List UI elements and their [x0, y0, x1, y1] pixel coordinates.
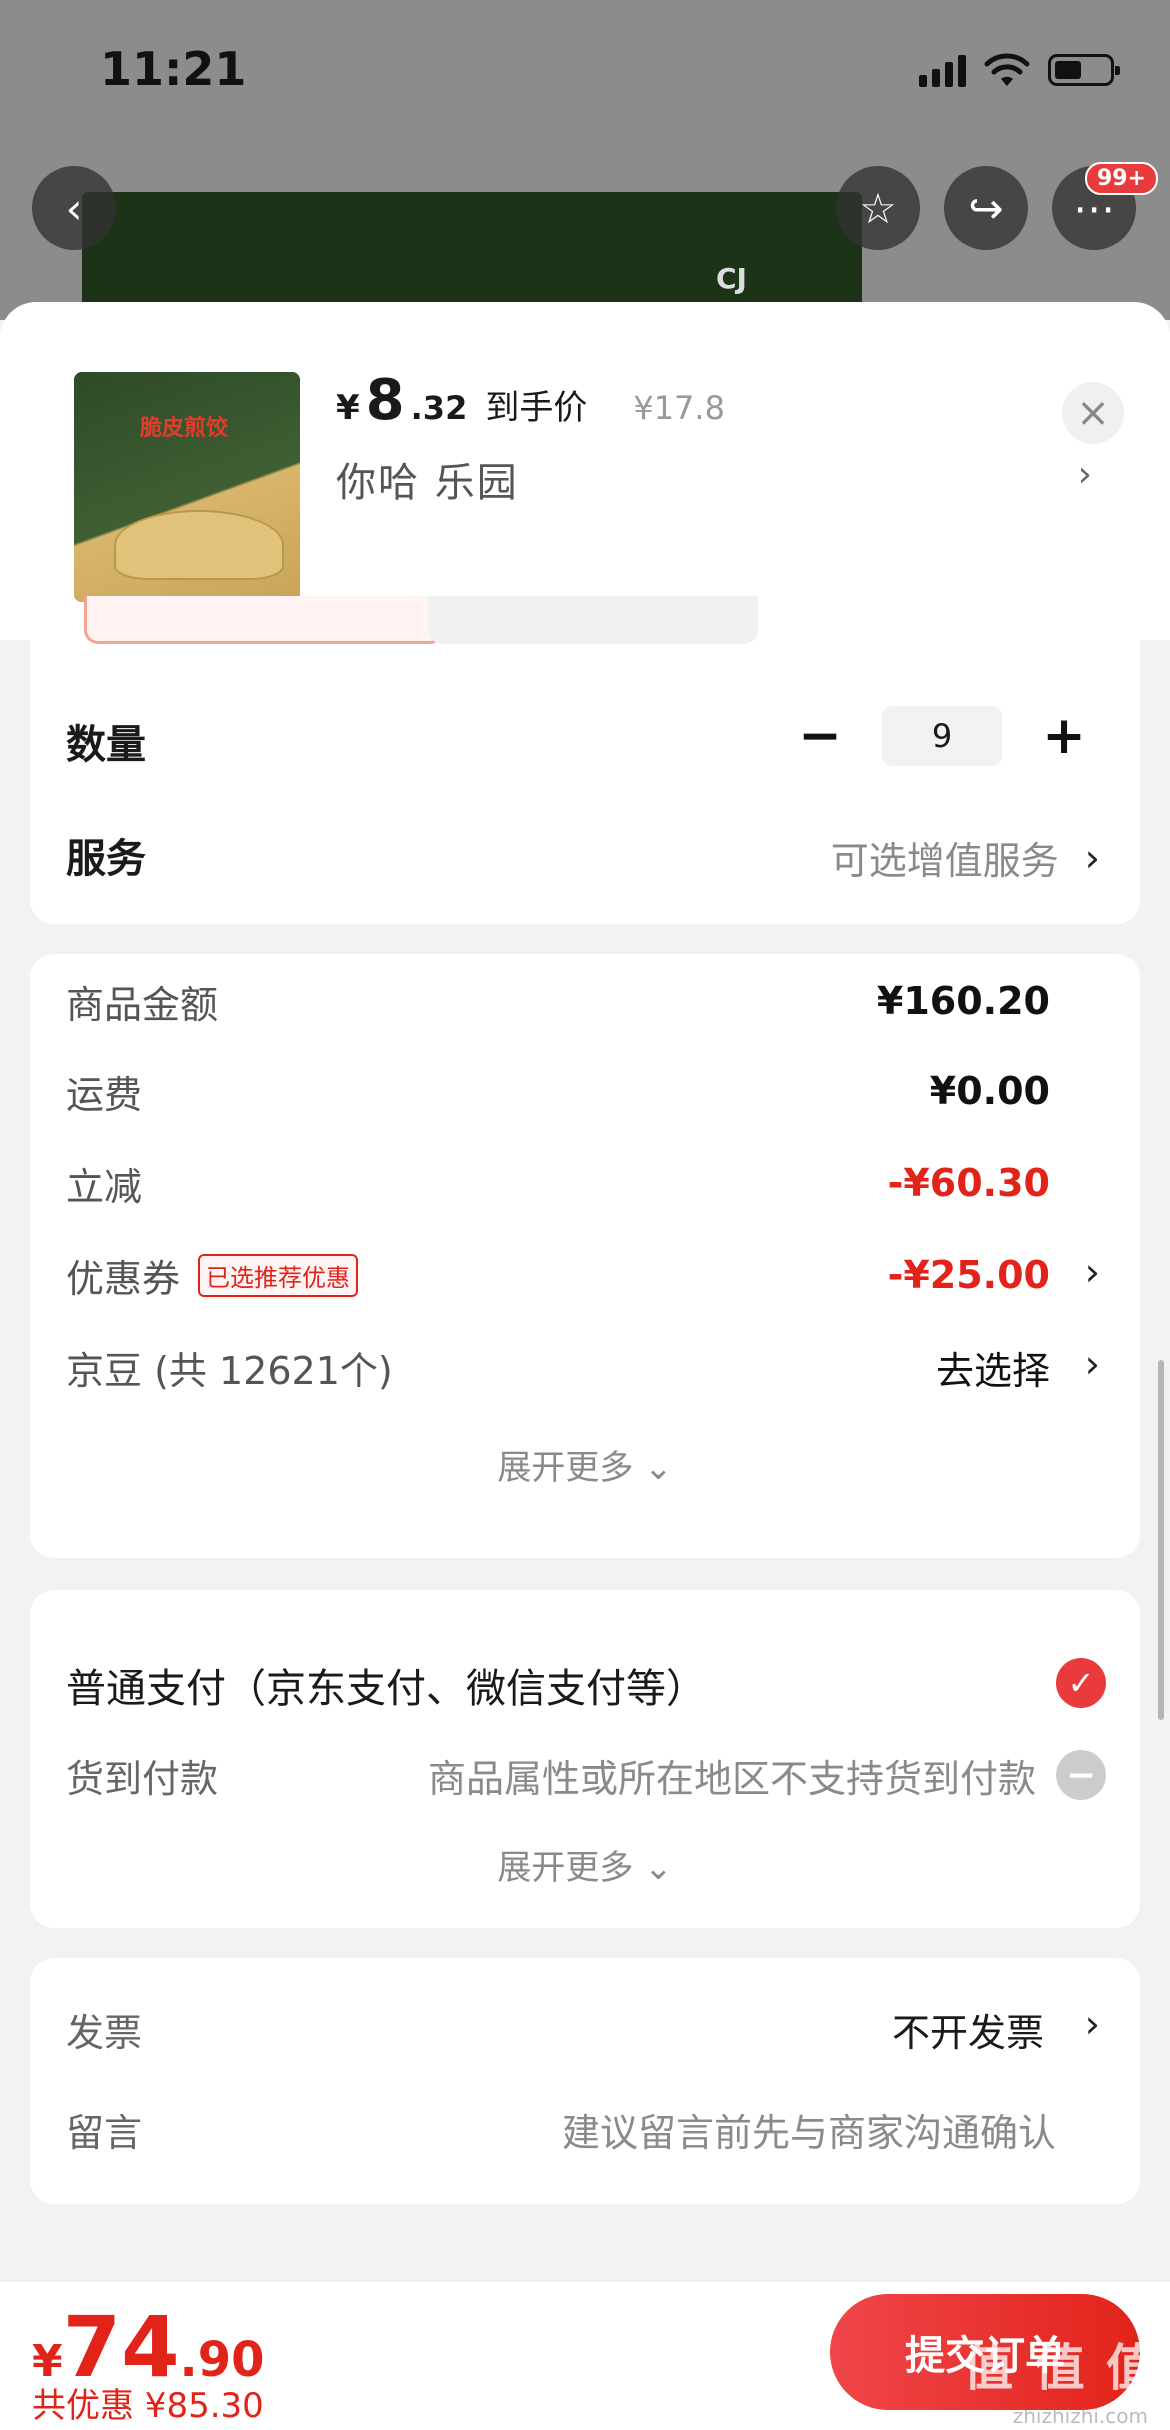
close-button[interactable]: × — [1062, 382, 1124, 444]
status-bar: 11:21 — [0, 0, 1170, 140]
watermark-logo: 值 值 值 — [963, 2339, 1158, 2397]
jd-beans-row[interactable]: 京豆 (共 12621个) 去选择 — [66, 1342, 1050, 1393]
invoice-value[interactable]: 不开发票 — [892, 2002, 1044, 2057]
selected-spec[interactable]: 你哈 乐园 — [336, 450, 519, 508]
price-tag: 到手价 — [485, 388, 588, 428]
shipping-label: 运费 — [66, 1072, 143, 1117]
goods-amount-label: 商品金额 — [66, 982, 219, 1027]
chevron-right-icon[interactable]: › — [1078, 454, 1092, 495]
discount-value: -¥60.30 — [887, 1161, 1050, 1205]
invoice-card: 发票 不开发票 › 留言 建议留言前先与商家沟通确认 — [30, 1958, 1140, 2204]
price-decimal: .32 — [410, 389, 468, 427]
chevron-right-icon[interactable]: › — [1085, 1342, 1100, 1386]
chevron-right-icon[interactable]: › — [1085, 2002, 1100, 2046]
cod-label: 货到付款 — [66, 1757, 219, 1801]
price-line: ¥ 8 .32 到手价 ¥17.8 — [336, 368, 725, 433]
increment-button[interactable]: + — [1034, 706, 1094, 766]
original-price: ¥17.8 — [633, 389, 725, 427]
quantity-label: 数量 — [66, 722, 146, 768]
jd-beans-value: 去选择 — [935, 1348, 1050, 1393]
message-badge: 99+ — [1084, 162, 1158, 195]
status-time: 11:21 — [100, 42, 247, 96]
scrollbar[interactable] — [1158, 1360, 1164, 1720]
watermark-url: zhizhizhi.com — [1012, 2404, 1148, 2428]
price-integer: 8 — [365, 368, 405, 433]
thumbnail-title: 脆皮煎饺 — [140, 416, 229, 441]
coupon-value: -¥25.00 — [887, 1253, 1050, 1297]
coupon-label: 优惠券 — [66, 1256, 181, 1301]
product-popup: 脆皮煎饺 ¥ 8 .32 到手价 ¥17.8 你哈 乐园 › × — [0, 302, 1170, 640]
note-label: 留言 — [66, 2111, 143, 2155]
chevron-right-icon[interactable]: › — [1085, 1250, 1100, 1294]
note-input[interactable]: 建议留言前先与商家沟通确认 — [562, 2102, 1056, 2157]
brand-logo: CJ — [716, 262, 747, 295]
share-icon: ↪ — [968, 183, 1004, 233]
service-selector[interactable]: 可选增值服务 › — [831, 830, 1100, 885]
coupon-tag: 已选推荐优惠 — [198, 1253, 359, 1297]
favorite-button[interactable]: ☆ — [836, 166, 920, 250]
expand-more-button[interactable]: 展开更多 ⌄ — [30, 1440, 1140, 1489]
shipping-value: ¥0.00 — [929, 1069, 1050, 1113]
star-icon: ☆ — [859, 183, 897, 233]
wifi-icon — [984, 53, 1030, 86]
jd-beans-label: 京豆 (共 12621个) — [66, 1348, 393, 1393]
total-saved: 共优惠 ¥85.30 — [32, 2386, 264, 2426]
normal-payment-label[interactable]: 普通支付（京东支付、微信支付等） — [66, 1656, 706, 1714]
quantity-input[interactable]: 9 — [882, 706, 1002, 766]
quantity-card: 数量 − 9 + 服务 可选增值服务 › — [30, 596, 1140, 924]
service-value: 可选增值服务 — [830, 839, 1059, 883]
checkout-bar: ¥ 74 .90 共优惠 ¥85.30 提交订单 值 值 值 zhizhizhi… — [0, 2282, 1170, 2430]
shipping-row: 运费 ¥0.00 — [66, 1066, 1050, 1117]
goods-amount-value: ¥160.20 — [876, 979, 1050, 1023]
close-icon: × — [1076, 390, 1110, 436]
back-arrow-icon: ‹ — [65, 183, 83, 233]
status-icons — [919, 52, 1120, 88]
share-button[interactable]: ↪ — [944, 166, 1028, 250]
expand-more-button[interactable]: 展开更多 ⌄ — [30, 1840, 1140, 1889]
cod-unavailable-message: 商品属性或所在地区不支持货到付款 — [427, 1757, 1036, 1801]
discount-label: 立减 — [66, 1164, 143, 1209]
service-label: 服务 — [66, 836, 146, 882]
price-symbol: ¥ — [336, 388, 360, 428]
spec-option-selected[interactable] — [84, 596, 444, 644]
invoice-label: 发票 — [66, 2011, 143, 2055]
battery-icon — [1048, 54, 1120, 86]
discount-row: 立减 -¥60.30 — [66, 1158, 1050, 1209]
goods-amount-row: 商品金额 ¥160.20 — [66, 976, 1050, 1027]
check-icon[interactable]: ✓ — [1056, 1658, 1106, 1708]
product-hero-image — [82, 192, 862, 320]
spec-option[interactable] — [428, 596, 758, 644]
payment-card: 普通支付（京东支付、微信支付等） ✓ 货到付款 商品属性或所在地区不支持货到付款… — [30, 1590, 1140, 1928]
back-button[interactable]: ‹ — [32, 166, 116, 250]
decrement-button[interactable]: − — [790, 706, 850, 766]
product-thumbnail: 脆皮煎饺 — [74, 372, 300, 602]
amount-card: 商品金额 ¥160.20 运费 ¥0.00 立减 -¥60.30 优惠券 已选推… — [30, 954, 1140, 1558]
coupon-row[interactable]: 优惠券 已选推荐优惠 -¥25.00 — [66, 1250, 1050, 1301]
chevron-right-icon: › — [1084, 835, 1100, 880]
quantity-stepper: − 9 + — [790, 706, 1094, 766]
signal-icon — [919, 53, 966, 87]
disabled-icon: − — [1056, 1750, 1106, 1800]
